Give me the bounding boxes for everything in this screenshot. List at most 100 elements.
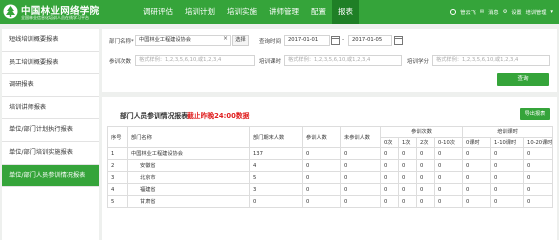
value-cell: 3 [249,183,303,197]
user-name[interactable]: 管云飞 [460,9,476,16]
sidebar-item[interactable]: 调研报表 [2,74,99,97]
value-cell: 0 [340,171,381,185]
value-cell: 0 [398,183,417,197]
value-cell: 0 [462,159,492,173]
value-cell: 0 [380,146,399,161]
dept-label: 部门名称* [109,39,134,45]
user-icon [450,9,457,15]
value-cell: 0 [523,171,554,185]
col-hours-10-20: 10-20课时 [523,136,554,148]
col-group-count: 参训次数 [379,126,464,138]
col-total: 部门期末人数 [249,126,303,148]
sidebar: 短线培训概要报表 员工培训概要报表 调研报表 培训讲师报表 单位/部门计划执行报表 单位/… [2,29,99,240]
credits-input[interactable]: 格式样例：1,2,3,5,6,10,或1,2,3,4 [432,55,550,66]
value-cell: 0 [398,195,417,209]
col-no: 序号 [107,126,128,148]
sidebar-item[interactable]: 单位/部门计划执行报表 [2,119,99,142]
value-cell: 0 [380,183,399,197]
value-cell: 0 [416,183,435,197]
calendar-icon[interactable] [394,36,403,45]
col-dept: 部门名称 [127,126,250,148]
message-icon[interactable]: ✉ [480,9,484,15]
table-row: 3 北京市 5 0 0 0 0 0 0 0 0 0 [107,171,554,185]
nav-item[interactable]: 培训实施 [221,0,263,24]
count-label: 参训次数 [109,59,132,65]
value-cell: 0 [302,159,341,173]
main-nav: 调研评估 培训计划 培训实施 讲师管理 配置 报表 [137,0,359,24]
chevron-down-icon[interactable]: ▾ [550,9,553,15]
col-hours-0: 0课时 [462,136,492,148]
page: 中国林业网络学院 全国林业信息化培训人员在线学习平台 调研评估 培训计划 培训实施讲… [0,0,559,240]
nav-item[interactable]: 配置 [305,0,332,24]
value-cell: 0 [380,171,399,185]
value-cell: 0 [398,171,417,185]
value-cell: 0 [462,146,492,161]
sidebar-item[interactable]: 员工培训概要报表 [2,52,99,75]
row-number-cell: 5 [107,195,128,209]
logo[interactable]: 中国林业网络学院 全国林业信息化培训人员在线学习平台 [3,3,128,22]
training-manage-dropdown[interactable]: 培训管理 [526,9,547,16]
value-cell: 137 [249,146,303,161]
sidebar-item[interactable]: 单位/部门人员参训情况报表 [2,164,99,188]
report-table: 序号 部门名称 部门期末人数 参训人数 未参训人数 参训次数 培训课时 0次 1… [107,126,554,209]
time-label: 查询时间 [259,39,282,45]
report-deadline: 截止昨晚24:00数据 [187,112,250,120]
hours-label: 培训课时 [259,59,282,65]
sidebar-item[interactable]: 短线培训概要报表 [2,29,99,52]
value-cell: 0 [340,195,381,209]
table-row: 5 甘肃省 0 0 0 0 0 0 0 0 0 0 [107,195,554,209]
date-separator: - [342,36,345,43]
logo-tree-icon [3,4,18,19]
col-count-0: 0次 [380,136,399,148]
value-cell: 0 [416,171,435,185]
value-cell: 0 [302,146,341,161]
value-cell: 0 [462,183,492,197]
row-number-cell: 3 [107,171,128,185]
report-title: 部门人员参训情况报表 [120,112,188,120]
value-cell: 0 [462,171,492,185]
value-cell: 0 [433,146,464,161]
value-cell: 0 [462,195,492,209]
table-row: 2 安徽省 4 0 0 0 0 0 0 0 0 0 [107,159,554,173]
value-cell: 0 [523,195,554,209]
export-button[interactable]: 导出报表 [520,108,550,120]
clear-icon[interactable]: × [223,35,228,42]
value-cell: 0 [380,195,399,209]
value-cell: 0 [340,183,381,197]
dept-cell: 甘肃省 [127,195,250,209]
nav-item[interactable]: 调研评估 [137,0,179,24]
value-cell: 0 [398,146,417,161]
dept-cell: 中国林业工程建设协会 [127,146,250,161]
query-button[interactable]: 查询 [497,73,549,86]
settings-link[interactable]: 设置 [511,9,521,16]
filter-panel: 部门名称* 中国林业工程建设协会 × 选择 查询时间 2017-01-01 - … [102,29,557,92]
calendar-icon[interactable] [331,36,340,45]
nav-item[interactable]: 报表 [332,0,359,24]
value-cell: 0 [433,159,464,173]
value-cell: 0 [433,183,464,197]
value-cell: 0 [302,195,341,209]
value-cell: 0 [380,159,399,173]
dept-field[interactable]: 中国林业工程建设协会 [135,35,231,46]
value-cell: 0 [490,159,525,173]
gear-icon[interactable]: ⚙ [503,9,508,15]
date-start-field[interactable]: 2017-01-01 [284,35,330,46]
select-button[interactable]: 选择 [232,35,249,46]
date-end-field[interactable]: 2017-01-05 [348,35,392,46]
nav-item[interactable]: 培训计划 [179,0,221,24]
value-cell: 0 [416,195,435,209]
logo-subtitle: 全国林业信息化培训人员在线学习平台 [21,15,89,20]
count-input[interactable]: 格式样例：1,2,3,5,6,10,或1,2,3,4 [135,55,255,66]
top-right-menu: 管云飞 ✉ 消息 ⚙ 设置 培训管理 ▾ [446,0,553,24]
message-link[interactable]: 消息 [488,9,498,16]
nav-item[interactable]: 讲师管理 [263,0,305,24]
col-count-2: 2次 [416,136,435,148]
value-cell: 0 [398,159,417,173]
row-number-cell: 2 [107,159,128,173]
sidebar-item[interactable]: 培训讲师报表 [2,97,99,120]
dept-cell: 安徽省 [127,159,250,173]
table-row: 1 中国林业工程建设协会 137 0 0 0 0 0 0 0 0 0 [107,146,554,161]
value-cell: 0 [340,159,381,173]
sidebar-item[interactable]: 单位/部门培训实施报表 [2,142,99,165]
hours-input[interactable]: 格式样例：1,2,3,5,6,10,或1,2,3,4 [284,55,402,66]
